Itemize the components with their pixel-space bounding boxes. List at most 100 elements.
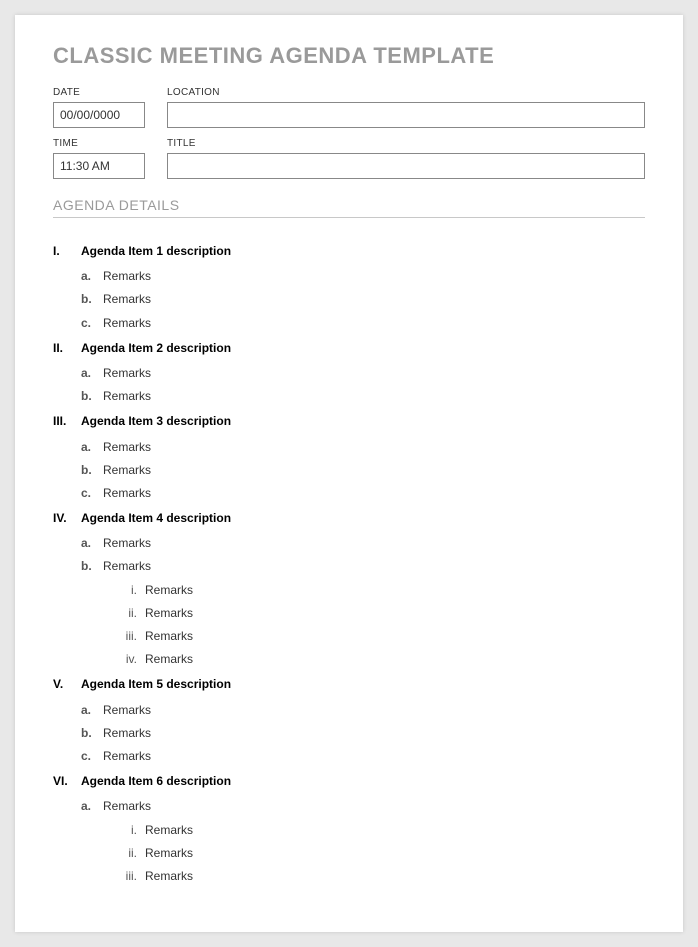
agenda-item-header: III.Agenda Item 3 description	[53, 412, 645, 431]
remark-label: b.	[81, 387, 103, 406]
agenda-item: III.Agenda Item 3 description a.Remarks b.…	[53, 412, 645, 503]
form-row-1: DATE LOCATION	[53, 87, 645, 128]
remark-label: b.	[81, 557, 103, 576]
remark-label: b.	[81, 290, 103, 309]
agenda-item-number: II.	[53, 339, 81, 358]
agenda-item-header: VI.Agenda Item 6 description	[53, 772, 645, 791]
agenda-item: IV.Agenda Item 4 descriptiona.Remarksb.R…	[53, 509, 645, 669]
remark-text: Remarks	[103, 314, 151, 333]
remark-text: Remarks	[103, 484, 151, 503]
sub-remark-label: i.	[113, 581, 137, 600]
agenda-remark: a.Remarks	[53, 534, 645, 553]
sub-remark-text: Remarks	[145, 581, 193, 600]
time-field: TIME	[53, 138, 145, 179]
remark-text: Remarks	[103, 557, 151, 576]
agenda-sub-remark: iii.Remarks	[53, 627, 645, 646]
agenda-item: I.Agenda Item 1 descriptiona.Remarksb.Re…	[53, 242, 645, 333]
agenda-remark: a.Remarks	[53, 701, 645, 720]
remark-label: c.	[81, 484, 103, 503]
document-page: CLASSIC MEETING AGENDA TEMPLATE DATE LOC…	[15, 15, 683, 932]
title-input[interactable]	[167, 153, 645, 179]
remark-text: Remarks	[103, 290, 151, 309]
agenda-item-number: VI.	[53, 772, 81, 791]
agenda-item-number: I.	[53, 242, 81, 261]
remark-text: Remarks	[103, 747, 151, 766]
remark-label: a.	[81, 797, 103, 816]
agenda-list: I.Agenda Item 1 descriptiona.Remarksb.Re…	[53, 242, 645, 886]
remark-text: Remarks	[103, 461, 151, 480]
remark-label: b.	[81, 461, 103, 480]
date-input[interactable]	[53, 102, 145, 128]
remark-label: c.	[81, 747, 103, 766]
agenda-remark: c.Remarks	[53, 484, 645, 503]
agenda-remark: a.Remarks	[53, 267, 645, 286]
title-field: TITLE	[167, 138, 645, 179]
remark-label: c.	[81, 314, 103, 333]
sub-remark-text: Remarks	[145, 867, 193, 886]
remark-text: Remarks	[103, 387, 151, 406]
sub-remark-text: Remarks	[145, 627, 193, 646]
agenda-item-number: V.	[53, 675, 81, 694]
remark-text: Remarks	[103, 724, 151, 743]
agenda-item-description: Agenda Item 3 description	[81, 412, 231, 431]
agenda-remark: b.Remarks	[53, 724, 645, 743]
agenda-item-description: Agenda Item 1 description	[81, 242, 231, 261]
agenda-item: VI.Agenda Item 6 descriptiona.Remarksi.R…	[53, 772, 645, 886]
location-input[interactable]	[167, 102, 645, 128]
agenda-item: V.Agenda Item 5 description a.Remarks b.Re…	[53, 675, 645, 766]
agenda-remark: b.Remarks	[53, 461, 645, 480]
agenda-sub-remark: ii. Remarks	[53, 844, 645, 863]
agenda-item-description: Agenda Item 5 description	[81, 675, 231, 694]
sub-remark-label: iv.	[113, 650, 137, 669]
time-input[interactable]	[53, 153, 145, 179]
remark-text: Remarks	[103, 534, 151, 553]
agenda-item-number: III.	[53, 412, 81, 431]
agenda-remark: b.Remarks	[53, 290, 645, 309]
agenda-remark: a.Remarks	[53, 438, 645, 457]
sub-remark-text: Remarks	[145, 650, 193, 669]
remark-text: Remarks	[103, 438, 151, 457]
agenda-item-header: IV.Agenda Item 4 description	[53, 509, 645, 528]
sub-remark-text: Remarks	[145, 844, 193, 863]
sub-remark-label: ii.	[113, 844, 137, 863]
sub-remark-label: iii.	[113, 867, 137, 886]
time-label: TIME	[53, 138, 145, 149]
section-heading: AGENDA DETAILS	[53, 197, 645, 218]
date-field: DATE	[53, 87, 145, 128]
sub-remark-label: i.	[113, 821, 137, 840]
agenda-remark: c.Remarks	[53, 747, 645, 766]
sub-remark-text: Remarks	[145, 821, 193, 840]
agenda-sub-remark: i. Remarks	[53, 821, 645, 840]
remark-label: a.	[81, 267, 103, 286]
agenda-remark: b.Remarks	[53, 387, 645, 406]
remark-label: a.	[81, 364, 103, 383]
agenda-item-description: Agenda Item 4 description	[81, 509, 231, 528]
remark-label: a.	[81, 534, 103, 553]
title-field-label: TITLE	[167, 138, 645, 149]
agenda-remark: a.Remarks	[53, 797, 645, 816]
page-title: CLASSIC MEETING AGENDA TEMPLATE	[53, 43, 645, 69]
location-field: LOCATION	[167, 87, 645, 128]
agenda-sub-remark: i. Remarks	[53, 581, 645, 600]
agenda-remark: b.Remarks	[53, 557, 645, 576]
form-row-2: TIME TITLE	[53, 138, 645, 179]
agenda-sub-remark: iii. Remarks	[53, 867, 645, 886]
agenda-item-description: Agenda Item 6 description	[81, 772, 231, 791]
location-label: LOCATION	[167, 87, 645, 98]
sub-remark-label: ii.	[113, 604, 137, 623]
agenda-item-header: II.Agenda Item 2 description	[53, 339, 645, 358]
agenda-item-number: IV.	[53, 509, 81, 528]
remark-text: Remarks	[103, 701, 151, 720]
remark-text: Remarks	[103, 364, 151, 383]
agenda-item-description: Agenda Item 2 description	[81, 339, 231, 358]
agenda-item-header: V.Agenda Item 5 description	[53, 675, 645, 694]
agenda-sub-remark: iv. Remarks	[53, 650, 645, 669]
agenda-remark: c.Remarks	[53, 314, 645, 333]
agenda-sub-remark: ii.Remarks	[53, 604, 645, 623]
agenda-item-header: I.Agenda Item 1 description	[53, 242, 645, 261]
agenda-item: II.Agenda Item 2 descriptiona.Remarksb.R…	[53, 339, 645, 407]
remark-text: Remarks	[103, 267, 151, 286]
remark-text: Remarks	[103, 797, 151, 816]
remark-label: b.	[81, 724, 103, 743]
agenda-remark: a.Remarks	[53, 364, 645, 383]
